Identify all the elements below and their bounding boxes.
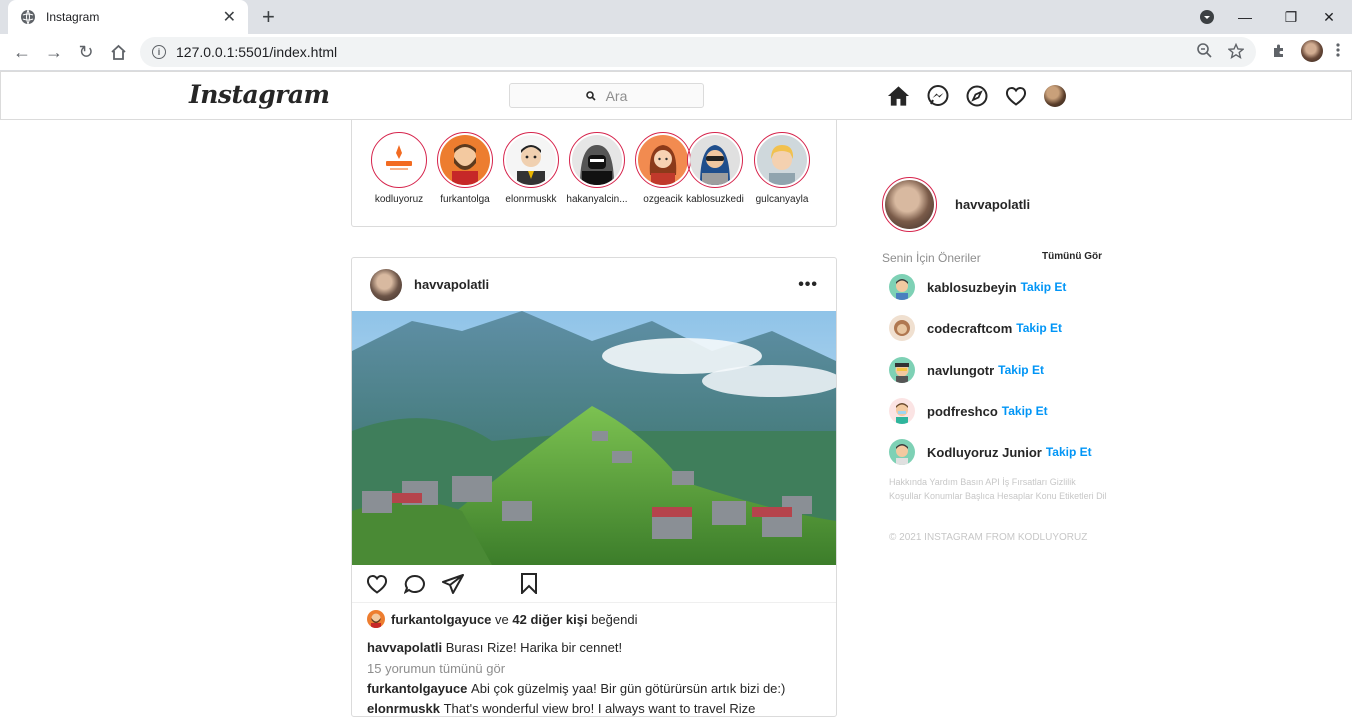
extensions-icon[interactable]	[1271, 42, 1288, 64]
story-item[interactable]: elonrmuskk	[496, 132, 566, 205]
stories-tray: kodluyoruz furkantolga elonrmuskk hakany…	[351, 110, 837, 227]
browser-toolbar: ← → ↻ i 127.0.0.1:5501/index.html	[0, 34, 1352, 71]
story-item[interactable]: kodluyoruz	[364, 132, 434, 205]
post-header: havvapolatli •••	[352, 258, 836, 311]
home-icon[interactable]	[887, 85, 910, 107]
browser-tabbar: Instagram ✕ + — ❐ ✕	[0, 0, 1352, 34]
zoom-icon[interactable]	[1197, 43, 1212, 62]
follow-button[interactable]: Takip Et	[1021, 280, 1067, 294]
suggestion-avatar[interactable]	[889, 439, 915, 465]
avatar-blonde-icon	[757, 135, 807, 185]
liked-by-others[interactable]: 42 diğer kişi	[512, 612, 587, 627]
story-item[interactable]: furkantolga	[430, 132, 500, 205]
browser-profile-avatar[interactable]	[1301, 40, 1323, 62]
search-placeholder: Ara	[605, 87, 628, 104]
suggestion-name[interactable]: podfreshco	[927, 404, 998, 419]
comment-icon[interactable]	[404, 574, 426, 594]
story-item[interactable]: hakanyalcin...	[562, 132, 632, 205]
sidebar-profile[interactable]: havvapolatli	[882, 177, 1030, 232]
url-text: 127.0.0.1:5501/index.html	[176, 44, 338, 60]
address-bar[interactable]: i 127.0.0.1:5501/index.html	[140, 37, 1256, 67]
suggestion-row: podfreshco Takip Et	[889, 398, 1048, 424]
more-options-icon[interactable]: •••	[798, 276, 818, 294]
story-item[interactable]: kablosuzkedi	[680, 132, 750, 205]
suggestion-row: kablosuzbeyin Takip Et	[889, 274, 1066, 300]
follow-button[interactable]: Takip Et	[1016, 321, 1062, 335]
close-window-icon[interactable]: ✕	[1306, 0, 1352, 34]
post-caption: havvapolatli Burası Rize! Harika bir cen…	[352, 640, 836, 655]
see-all-link[interactable]: Tümünü Gör	[1042, 251, 1102, 262]
messenger-icon[interactable]	[927, 85, 949, 107]
suggestion-avatar[interactable]	[889, 315, 915, 341]
caption-text: Burası Rize! Harika bir cennet!	[445, 640, 623, 655]
avatar-suit-icon	[506, 135, 556, 185]
comment-text: Abi çok güzelmiş yaa! Bir gün götürürsün…	[471, 681, 786, 696]
save-bookmark-icon[interactable]	[520, 573, 538, 594]
suggestion-name[interactable]: navlungotr	[927, 363, 994, 378]
avatar-beard-icon	[440, 135, 490, 185]
liker-avatar[interactable]	[367, 610, 385, 628]
back-icon[interactable]: ←	[6, 36, 38, 68]
liked-suffix: beğendi	[591, 611, 638, 627]
footer-copyright: © 2021 INSTAGRAM FROM KODLUYORUZ	[889, 532, 1088, 543]
minimize-icon[interactable]: —	[1222, 0, 1268, 34]
suggestion-avatar[interactable]	[889, 357, 915, 383]
post-username[interactable]: havvapolatli	[414, 277, 798, 292]
share-icon[interactable]	[442, 573, 464, 594]
new-tab-icon[interactable]: +	[262, 4, 275, 30]
like-heart-icon[interactable]	[366, 574, 388, 594]
footer-links[interactable]: Hakkında Yardım Basın API İş Fırsatları …	[889, 475, 1109, 503]
home-icon[interactable]	[102, 36, 134, 68]
instagram-logo[interactable]: Instagram	[189, 80, 330, 109]
kodluyoruz-logo-icon	[374, 135, 424, 185]
liked-by-connector: ve	[495, 611, 509, 627]
post-actions	[352, 565, 836, 603]
comment-row: furkantolgayuce Abi çok güzelmiş yaa! Bi…	[352, 681, 836, 696]
reload-icon[interactable]: ↻	[70, 36, 102, 68]
story-item[interactable]: gulcanyayla	[747, 132, 817, 205]
search-input[interactable]: Ara	[509, 83, 704, 108]
suggestion-row: Kodluyoruz Junior Takip Et	[889, 439, 1092, 465]
likes-summary: furkantolgayuce ve 42 diğer kişi beğendi	[352, 609, 836, 629]
suggestion-avatar[interactable]	[889, 398, 915, 424]
browser-tab[interactable]: Instagram ✕	[8, 0, 248, 34]
suggestion-row: navlungotr Takip Et	[889, 357, 1044, 383]
comment-username[interactable]: furkantolgayuce	[367, 681, 467, 696]
suggestion-row: codecraftcom Takip Et	[889, 315, 1062, 341]
follow-button[interactable]: Takip Et	[1002, 404, 1048, 418]
view-all-comments-link[interactable]: 15 yorumun tümünü gör	[352, 661, 836, 676]
main-nav	[887, 85, 1066, 107]
bookmark-star-icon[interactable]	[1227, 42, 1245, 62]
activity-heart-icon[interactable]	[1005, 86, 1027, 106]
search-icon	[585, 90, 596, 101]
comment-row: elonrmuskk That's wonderful view bro! I …	[352, 701, 836, 716]
follow-button[interactable]: Takip Et	[998, 363, 1044, 377]
liked-by-user[interactable]: furkantolgayuce	[391, 612, 491, 627]
sidebar-avatar[interactable]	[885, 180, 934, 229]
suggestions-title: Senin İçin Öneriler	[882, 251, 981, 265]
comment-username[interactable]: elonrmuskk	[367, 701, 440, 716]
comment-text: That's wonderful view bro! I always want…	[443, 701, 756, 716]
caption-username[interactable]: havvapolatli	[367, 640, 442, 655]
suggestion-name[interactable]: kablosuzbeyin	[927, 280, 1017, 295]
site-info-icon[interactable]: i	[152, 45, 166, 59]
suggestion-name[interactable]: codecraftcom	[927, 321, 1012, 336]
instagram-header: Instagram Ara	[0, 71, 1352, 120]
post-avatar[interactable]	[370, 268, 402, 301]
explore-icon[interactable]	[966, 85, 988, 107]
suggestion-name[interactable]: Kodluyoruz Junior	[927, 445, 1042, 460]
browser-menu-icon[interactable]	[1336, 42, 1340, 63]
globe-icon	[21, 9, 35, 25]
avatar-hood-icon	[572, 135, 622, 185]
forward-icon[interactable]: →	[38, 36, 70, 68]
profile-avatar[interactable]	[1044, 85, 1066, 107]
suggestion-avatar[interactable]	[889, 274, 915, 300]
avatar-hacker-icon	[690, 135, 740, 185]
sidebar-username[interactable]: havvapolatli	[955, 197, 1030, 212]
feed-post: havvapolatli ••• furkantolgayuce ve 42 d…	[351, 257, 837, 717]
tab-title: Instagram	[46, 10, 100, 24]
follow-button[interactable]: Takip Et	[1046, 445, 1092, 459]
tab-close-icon[interactable]: ✕	[223, 7, 236, 27]
post-image[interactable]	[352, 311, 836, 565]
